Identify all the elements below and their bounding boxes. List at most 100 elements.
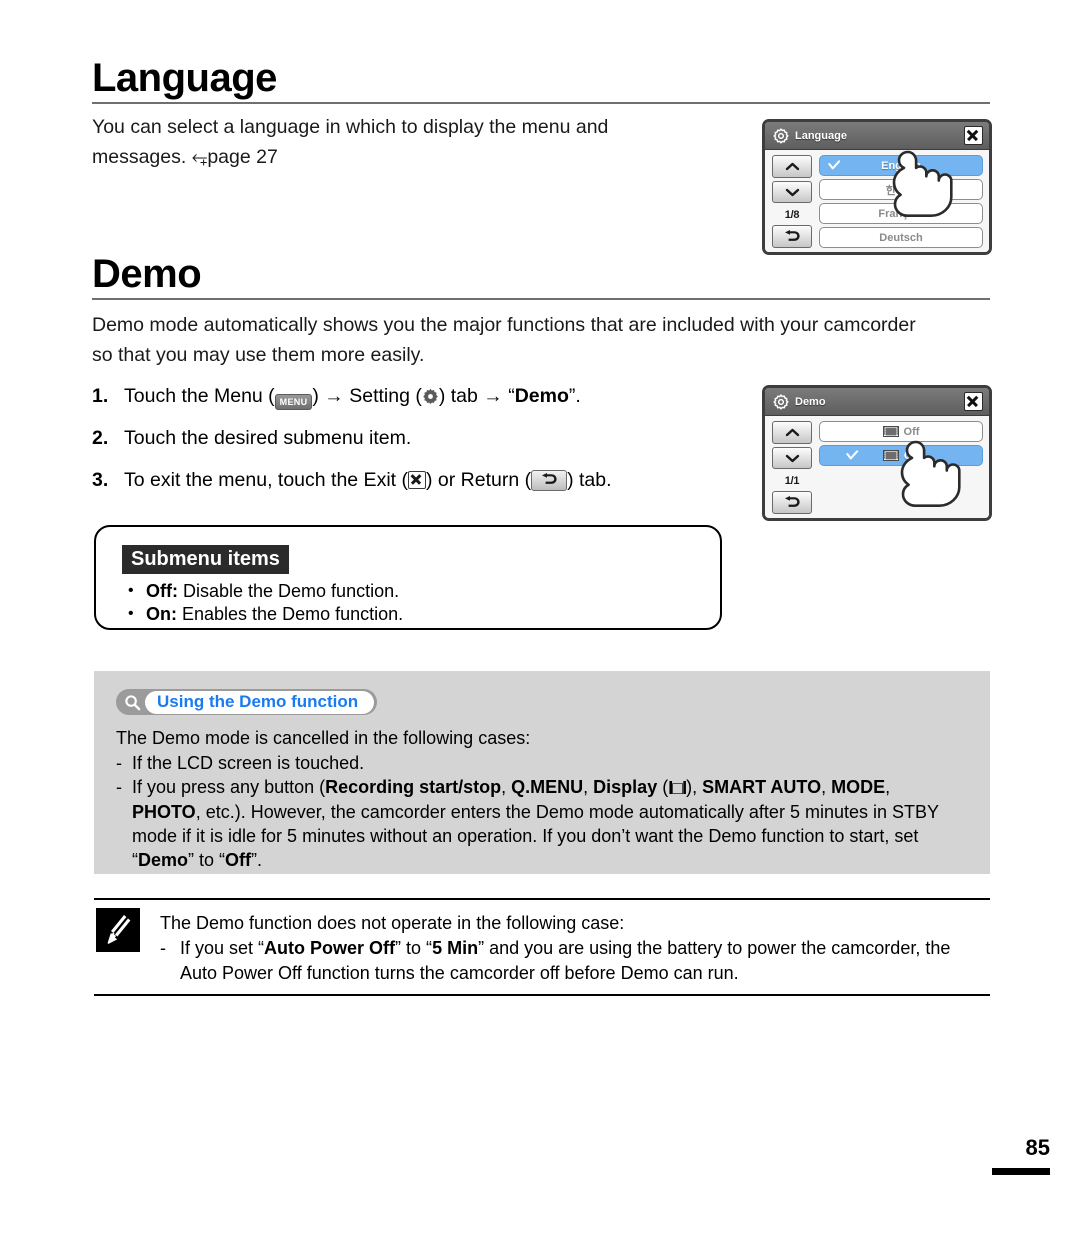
return-arrow-icon bbox=[531, 470, 568, 491]
lcd-body-language: 1/8 English 한국어 Français Deutsch bbox=[765, 150, 989, 252]
tip-l2-b8: SMART AUTO bbox=[702, 776, 822, 797]
tip-l2-b6: ( bbox=[657, 776, 669, 797]
close-icon[interactable] bbox=[964, 392, 983, 411]
lcd-item-label: 한국어 bbox=[885, 184, 917, 197]
tip-l2-b10: MODE bbox=[831, 776, 886, 797]
tip-l5-d: Off bbox=[225, 849, 252, 870]
submenu-items-box: Submenu items Off: Disable the Demo func… bbox=[94, 525, 722, 630]
lcd-item-demo-on[interactable]: On bbox=[819, 445, 983, 466]
film-strip-icon bbox=[882, 450, 899, 461]
heading-rule-demo bbox=[92, 298, 990, 300]
close-icon[interactable] bbox=[964, 126, 983, 145]
tip-bullet-1-text: If the LCD screen is touched. bbox=[132, 752, 365, 773]
menu-button-icon: MENU bbox=[274, 394, 313, 410]
language-section-heading: Language bbox=[92, 56, 990, 104]
lcd-item-label: Deutsch bbox=[879, 231, 923, 244]
lcd-screen-language: Language 1/8 English 한국어 Français Deutsc… bbox=[762, 119, 992, 255]
lcd-item-francais[interactable]: Français bbox=[819, 203, 983, 224]
note-body: The Demo function does not operate in th… bbox=[160, 911, 990, 986]
note-l1-b: Auto Power Off bbox=[264, 938, 396, 958]
return-arrow-icon[interactable] bbox=[772, 225, 812, 249]
tip-box: Using the Demo function The Demo mode is… bbox=[94, 671, 990, 874]
step-1: 1. Touch the Menu (MENU) → Setting () ta… bbox=[92, 382, 712, 410]
note-intro: The Demo function does not operate in th… bbox=[160, 913, 625, 933]
lcd-title-demo: Demo bbox=[795, 395, 826, 408]
tip-l2-b4: , bbox=[583, 776, 594, 797]
list-item: On: Enables the Demo function. bbox=[126, 602, 720, 626]
lcd-item-list-demo: Off On bbox=[819, 421, 983, 517]
demo-description: Demo mode automatically shows you the ma… bbox=[92, 310, 997, 370]
demo-section-heading: Demo bbox=[92, 252, 990, 300]
demo-description-line2: so that you may use them more easily. bbox=[92, 344, 425, 366]
step-3-part-a: To exit the menu, touch the Exit ( bbox=[124, 469, 408, 491]
tip-badge: Using the Demo function bbox=[116, 689, 378, 715]
tip-l5-e: ”. bbox=[251, 849, 263, 870]
check-icon bbox=[846, 449, 859, 462]
step-number: 3. bbox=[92, 469, 109, 491]
step-number: 1. bbox=[92, 385, 109, 407]
lcd-body-demo: 1/1 Off On bbox=[765, 416, 989, 518]
lcd-item-label: Français bbox=[878, 207, 924, 220]
lcd-header-demo: Demo bbox=[765, 388, 989, 416]
tip-l4: mode if it is idle for 5 minutes without… bbox=[132, 825, 919, 846]
tip-l2-b3: Q.MENU bbox=[511, 776, 584, 797]
language-description-line1: You can select a language in which to di… bbox=[92, 116, 609, 138]
chevron-up-icon[interactable] bbox=[772, 155, 812, 178]
list-item: Off: Disable the Demo function. bbox=[126, 579, 720, 603]
chevron-down-icon[interactable] bbox=[772, 180, 812, 204]
lcd-item-label: Off bbox=[903, 425, 920, 438]
tip-bullet-2: - If you press any button (Recording sta… bbox=[116, 775, 968, 872]
tip-l2-b1: Recording start/stop bbox=[325, 776, 502, 797]
film-strip-icon bbox=[882, 426, 899, 437]
tip-l3-b: , etc.). However, the camcorder enters t… bbox=[195, 801, 940, 822]
page-title-demo: Demo bbox=[92, 252, 202, 296]
lcd-item-korean[interactable]: 한국어 bbox=[819, 179, 983, 200]
dash-marker: - bbox=[160, 938, 166, 958]
lcd-nav-demo: 1/1 bbox=[771, 421, 813, 517]
step-3-part-c: ) tab. bbox=[567, 469, 612, 491]
note-divider-bottom bbox=[94, 994, 990, 996]
chevron-down-icon[interactable] bbox=[772, 446, 812, 470]
step-1-part-e: “ bbox=[502, 385, 515, 407]
language-page-ref: page 27 bbox=[207, 146, 278, 168]
tip-l5-b: Demo bbox=[138, 849, 189, 870]
step-1-part-f: ”. bbox=[568, 385, 581, 407]
lcd-page-indicator-language: 1/8 bbox=[784, 209, 800, 222]
submenu-items-list: Off: Disable the Demo function. On: Enab… bbox=[126, 579, 720, 626]
display-button-icon: I□I bbox=[668, 777, 687, 798]
tip-bullet-2-text: If you press any button (Recording start… bbox=[132, 775, 968, 872]
note-l1-a: If you set “ bbox=[180, 938, 265, 958]
lcd-item-demo-off[interactable]: Off bbox=[819, 421, 983, 442]
step-number: 2. bbox=[92, 427, 109, 449]
submenu-item-term: On: bbox=[146, 604, 177, 624]
note-divider-top bbox=[94, 898, 990, 900]
step-1-part-a: Touch the Menu ( bbox=[124, 385, 275, 407]
lcd-header-language: Language bbox=[765, 122, 989, 150]
submenu-item-desc: Disable the Demo function. bbox=[177, 581, 400, 601]
step-3: 3. To exit the menu, touch the Exit ( ) o… bbox=[92, 466, 712, 494]
page-number: 85 bbox=[1025, 1135, 1050, 1160]
lcd-item-label: On bbox=[903, 449, 920, 462]
step-text: Touch the desired submenu item. bbox=[124, 427, 412, 449]
chevron-up-icon[interactable] bbox=[772, 421, 812, 444]
lcd-item-deutsch[interactable]: Deutsch bbox=[819, 227, 983, 248]
return-arrow-icon[interactable] bbox=[772, 491, 812, 515]
lcd-item-english[interactable]: English bbox=[819, 155, 983, 176]
language-description-line2-text: messages. bbox=[92, 146, 192, 168]
gear-icon bbox=[422, 385, 439, 405]
note-l1-d: 5 Min bbox=[432, 938, 479, 958]
gear-icon bbox=[773, 127, 789, 144]
step-2: 2. Touch the desired submenu item. bbox=[92, 424, 712, 452]
step-text: Touch the Menu (MENU) → Setting () tab →… bbox=[124, 382, 712, 410]
step-1-part-c: Setting ( bbox=[343, 385, 422, 407]
manual-page: Language You can select a language in wh… bbox=[0, 0, 1080, 1234]
tip-l3-a: PHOTO bbox=[132, 801, 196, 822]
close-icon bbox=[407, 471, 426, 489]
tip-body: The Demo mode is cancelled in the follow… bbox=[116, 726, 968, 872]
language-description: You can select a language in which to di… bbox=[92, 112, 732, 172]
tip-l2-b11: , bbox=[885, 776, 891, 797]
page-title-language: Language bbox=[92, 56, 277, 100]
step-3-part-b: ) or Return ( bbox=[425, 469, 532, 491]
submenu-item-term: Off: bbox=[146, 581, 178, 601]
lcd-page-indicator-demo: 1/1 bbox=[784, 475, 800, 488]
